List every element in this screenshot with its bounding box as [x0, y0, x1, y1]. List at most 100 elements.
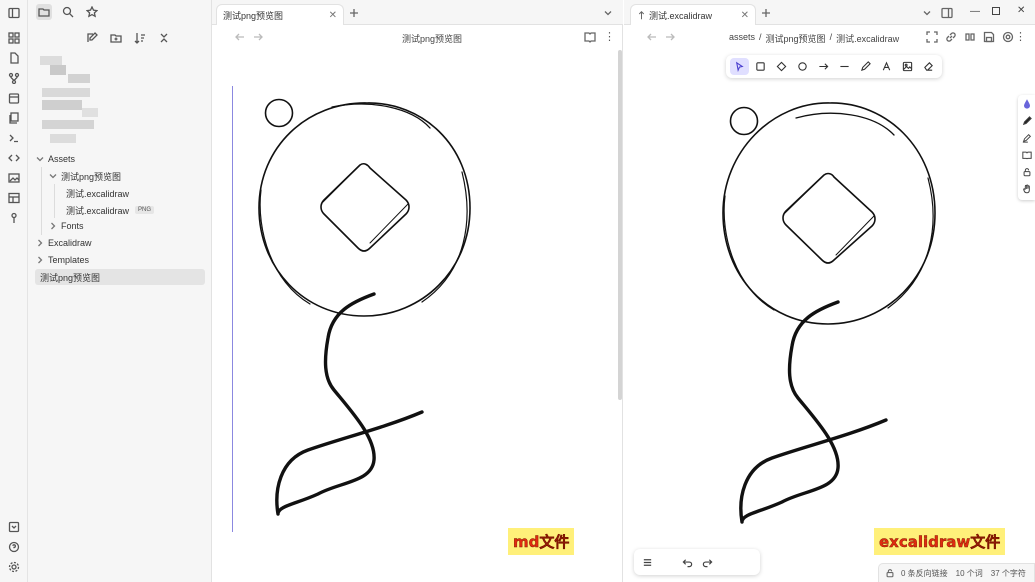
tree-folder-assets[interactable]: Assets: [36, 151, 75, 167]
graph-icon[interactable]: [7, 31, 21, 45]
left-editor-pane: 测试png预览图 ✕ 测试png预览图 ⋮ md文件: [212, 0, 623, 582]
diamond-tool-icon[interactable]: [772, 58, 791, 75]
indent-guide: [54, 184, 55, 218]
view-header-title[interactable]: 测试png预览图: [402, 32, 462, 45]
more-options-icon[interactable]: ⋮: [604, 30, 615, 43]
sidebar-toggle-icon[interactable]: [7, 6, 21, 20]
close-window-icon[interactable]: ✕: [1017, 5, 1025, 16]
sort-icon[interactable]: [132, 30, 148, 46]
pen-icon[interactable]: [1018, 112, 1035, 129]
settings-icon[interactable]: [7, 560, 21, 574]
tab-excalidraw[interactable]: 测试.excalidraw ✕: [630, 4, 756, 25]
image-icon[interactable]: [7, 171, 21, 185]
backlinks-count[interactable]: 0 条反向链接: [901, 568, 948, 579]
selection-tool-icon[interactable]: [730, 58, 749, 75]
excalidraw-file-icon: [638, 10, 645, 19]
draw-tool-icon[interactable]: [856, 58, 875, 75]
tree-label: Fonts: [61, 221, 84, 231]
arrow-tool-icon[interactable]: [814, 58, 833, 75]
breadcrumb-separator: /: [759, 32, 762, 42]
chevron-right-icon: [38, 239, 43, 247]
scrollbar[interactable]: [618, 50, 622, 400]
search-icon[interactable]: [60, 4, 76, 20]
tree-folder-excalidraw[interactable]: Excalidraw: [36, 235, 92, 251]
chevron-down-icon: [49, 174, 57, 179]
markdown-icon[interactable]: [964, 31, 976, 43]
tab-title: 测试.excalidraw: [649, 10, 713, 21]
hand-icon[interactable]: [1018, 180, 1035, 197]
lock-open-icon[interactable]: [885, 568, 895, 578]
color-drop-icon[interactable]: [1018, 95, 1035, 112]
file-icon[interactable]: [7, 51, 21, 65]
star-icon[interactable]: [84, 4, 100, 20]
breadcrumb-assets[interactable]: assets: [729, 32, 755, 45]
save-icon[interactable]: [983, 31, 995, 43]
more-options-icon[interactable]: ⋮: [1015, 30, 1026, 43]
forward-arrow-icon[interactable]: [664, 31, 676, 43]
help-icon[interactable]: [7, 520, 21, 534]
line-tool-icon[interactable]: [835, 58, 854, 75]
table-icon[interactable]: [7, 191, 21, 205]
tree-folder-fonts[interactable]: Fonts: [49, 218, 84, 234]
chevron-down-icon[interactable]: [602, 7, 614, 19]
library-icon[interactable]: [1002, 31, 1014, 43]
tree-label: Excalidraw: [48, 238, 92, 248]
chevron-down-icon[interactable]: [921, 7, 933, 19]
close-icon[interactable]: ✕: [741, 10, 749, 21]
forward-arrow-icon[interactable]: [252, 31, 264, 43]
word-count: 10 个词: [955, 568, 983, 578]
tab-bar: 测试.excalidraw ✕ — ✕: [624, 0, 1035, 25]
close-icon[interactable]: ✕: [329, 10, 337, 21]
back-arrow-icon[interactable]: [234, 31, 246, 43]
redo-icon[interactable]: [698, 553, 716, 571]
tree-folder-preview[interactable]: 测试png预览图: [49, 168, 121, 184]
calendar-icon[interactable]: [7, 91, 21, 105]
copy-icon[interactable]: [7, 111, 21, 125]
collapse-all-icon[interactable]: [156, 30, 172, 46]
new-tab-icon[interactable]: [348, 7, 360, 19]
text-tool-icon[interactable]: [877, 58, 896, 75]
folder-icon[interactable]: [36, 4, 52, 20]
indent-guide: [41, 167, 42, 235]
embed-guide-line: [232, 86, 233, 532]
code-icon[interactable]: [7, 151, 21, 165]
new-folder-icon[interactable]: [108, 30, 124, 46]
sidebar-header-tabs: [36, 0, 108, 24]
branch-icon[interactable]: [7, 71, 21, 85]
png-badge: PNG: [135, 206, 155, 214]
undo-icon[interactable]: [678, 553, 696, 571]
key-icon[interactable]: [7, 211, 21, 225]
image-tool-icon[interactable]: [898, 58, 917, 75]
tree-label: Assets: [48, 154, 76, 164]
link-icon[interactable]: [945, 31, 957, 43]
book-open-icon[interactable]: [1018, 146, 1035, 163]
right-sidebar-toggle-icon[interactable]: [941, 7, 953, 19]
maximize-icon[interactable]: [992, 7, 1000, 15]
eraser-tool-icon[interactable]: [919, 58, 938, 75]
new-tab-icon[interactable]: [760, 7, 772, 19]
breadcrumb-folder[interactable]: 测试png预览图: [766, 32, 826, 45]
question-icon[interactable]: [7, 540, 21, 554]
ellipse-tool-icon[interactable]: [793, 58, 812, 75]
breadcrumb-file[interactable]: 测试.excalidraw: [836, 32, 899, 45]
book-icon[interactable]: [584, 31, 596, 43]
tree-label: 测试png预览图: [61, 171, 122, 182]
fullscreen-icon[interactable]: [926, 31, 938, 43]
menu-icon[interactable]: [638, 553, 656, 571]
rectangle-tool-icon[interactable]: [751, 58, 770, 75]
tab-note[interactable]: 测试png预览图 ✕: [216, 4, 344, 25]
tree-folder-templates[interactable]: Templates: [36, 252, 89, 268]
highlighter-icon[interactable]: [1018, 129, 1035, 146]
tree-file-excalidraw-png[interactable]: 测试.excalidraw PNG: [66, 202, 155, 218]
excalidraw-canvas-drawing: [722, 102, 936, 524]
explorer-actions: [84, 26, 180, 50]
terminal-icon[interactable]: [7, 131, 21, 145]
minimize-icon[interactable]: —: [970, 6, 980, 17]
tree-file-active-note[interactable]: 测试png预览图: [35, 269, 205, 285]
lock-icon[interactable]: [1018, 163, 1035, 180]
tree-file-excalidraw[interactable]: 测试.excalidraw: [66, 185, 129, 201]
ribbon: [0, 0, 28, 582]
new-note-icon[interactable]: [84, 30, 100, 46]
back-arrow-icon[interactable]: [646, 31, 658, 43]
pen-properties-panel: [1018, 95, 1035, 200]
